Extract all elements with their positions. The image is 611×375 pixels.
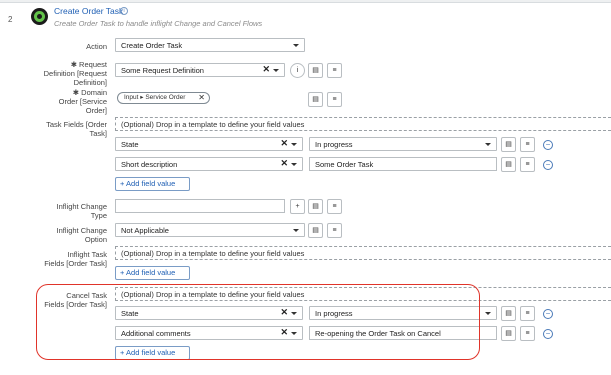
data-pill-picker-button[interactable]: ▤	[308, 63, 323, 78]
request-definition-value: Some Request Definition	[121, 66, 204, 75]
script-toggle-button[interactable]: ≡	[520, 137, 535, 152]
template-placeholder: (Optional) Drop in a template to define …	[121, 120, 305, 129]
script-icon: ≡	[525, 161, 530, 168]
top-divider	[0, 0, 611, 3]
info-icon: i	[296, 67, 299, 74]
inflight-change-option-label: Inflight Change Option	[56, 226, 107, 244]
field-select[interactable]: Short description ✕	[115, 157, 303, 171]
action-value: Create Order Task	[121, 41, 183, 50]
script-icon: ≡	[525, 310, 530, 317]
data-pill-picker-button[interactable]: ▤	[501, 326, 516, 341]
script-icon: ≡	[332, 96, 337, 103]
step-title-link[interactable]: Create Order Task	[54, 6, 123, 16]
data-pill-picker-button[interactable]: ▤	[501, 137, 516, 152]
field-value: Some Order Task	[315, 160, 374, 169]
script-icon: ≡	[525, 141, 530, 148]
chevron-down-icon	[293, 229, 299, 232]
template-drop-zone[interactable]: (Optional) Drop in a template to define …	[115, 246, 611, 260]
info-icon[interactable]: i	[120, 7, 128, 15]
clear-icon[interactable]: ✕	[262, 64, 270, 75]
script-icon: ≡	[332, 67, 337, 74]
field-value-select[interactable]: In progress	[309, 137, 497, 151]
data-pill-icon: ▤	[505, 310, 512, 317]
template-drop-zone[interactable]: (Optional) Drop in a template to define …	[115, 117, 611, 131]
data-pill-path: Input ▸ Service Order	[124, 94, 186, 101]
remove-row-icon[interactable]: −	[543, 160, 553, 170]
data-pill-picker-button[interactable]: ▤	[308, 199, 323, 214]
plus-icon: +	[295, 203, 300, 210]
inflight-change-option-value: Not Applicable	[121, 226, 169, 235]
remove-pill-icon[interactable]: ✕	[198, 93, 205, 103]
action-select[interactable]: Create Order Task	[115, 38, 305, 52]
clear-icon[interactable]: ✕	[280, 158, 288, 169]
chevron-down-icon	[485, 143, 491, 146]
add-button[interactable]: +	[290, 199, 305, 214]
script-toggle-button[interactable]: ≡	[520, 326, 535, 341]
data-pill-picker-button[interactable]: ▤	[501, 157, 516, 172]
chevron-down-icon	[293, 44, 299, 47]
data-pill-icon: ▤	[505, 161, 512, 168]
task-fields-label: Task Fields [Order Task]	[46, 120, 107, 138]
add-field-value-button[interactable]: + Add field value	[115, 177, 190, 191]
script-toggle-button[interactable]: ≡	[520, 306, 535, 321]
chevron-down-icon	[291, 163, 297, 166]
script-toggle-button[interactable]: ≡	[327, 63, 342, 78]
request-definition-label: ✱ Request Definition [Request Definition…	[43, 60, 107, 87]
step-description: Create Order Task to handle inflight Cha…	[54, 19, 263, 28]
data-pill[interactable]: Input ▸ Service Order ✕	[117, 92, 210, 104]
chevron-down-icon	[291, 143, 297, 146]
data-pill-icon: ▤	[505, 330, 512, 337]
remove-row-icon[interactable]: −	[543, 329, 553, 339]
script-toggle-button[interactable]: ≡	[327, 199, 342, 214]
field-value: In progress	[315, 140, 353, 149]
highlight-annotation-box	[36, 284, 480, 360]
field-value-input[interactable]: Some Order Task	[309, 157, 497, 171]
script-icon: ≡	[332, 203, 337, 210]
template-placeholder: (Optional) Drop in a template to define …	[121, 249, 305, 258]
step-status-icon	[31, 8, 48, 25]
script-toggle-button[interactable]: ≡	[520, 157, 535, 172]
script-toggle-button[interactable]: ≡	[327, 223, 342, 238]
add-field-value-button[interactable]: + Add field value	[115, 266, 190, 280]
script-icon: ≡	[332, 227, 337, 234]
step-number: 2	[8, 15, 13, 24]
inflight-change-type-label: Inflight Change Type	[56, 202, 107, 220]
data-pill-icon: ▤	[312, 203, 319, 210]
info-button[interactable]: i	[290, 63, 305, 78]
data-pill-icon: ▤	[505, 141, 512, 148]
script-icon: ≡	[525, 330, 530, 337]
data-pill-icon: ▤	[312, 227, 319, 234]
field-name: Short description	[121, 160, 178, 169]
data-pill-picker-button[interactable]: ▤	[308, 92, 323, 107]
request-definition-select[interactable]: Some Request Definition ✕	[115, 63, 285, 77]
clear-icon[interactable]: ✕	[280, 138, 288, 149]
field-select[interactable]: State ✕	[115, 137, 303, 151]
data-pill-icon: ▤	[312, 67, 319, 74]
inflight-change-type-input[interactable]	[115, 199, 285, 213]
remove-row-icon[interactable]: −	[543, 140, 553, 150]
domain-order-label: ✱ Domain Order [Service Order]	[58, 88, 107, 115]
remove-row-icon[interactable]: −	[543, 309, 553, 319]
inflight-change-option-select[interactable]: Not Applicable	[115, 223, 305, 237]
chevron-down-icon	[273, 69, 279, 72]
action-label: Action	[86, 42, 107, 51]
field-name: State	[121, 140, 139, 149]
chevron-down-icon	[485, 312, 491, 315]
script-toggle-button[interactable]: ≡	[327, 92, 342, 107]
data-pill-picker-button[interactable]: ▤	[308, 223, 323, 238]
data-pill-picker-button[interactable]: ▤	[501, 306, 516, 321]
data-pill-icon: ▤	[312, 96, 319, 103]
inflight-task-fields-label: Inflight Task Fields [Order Task]	[44, 250, 107, 268]
